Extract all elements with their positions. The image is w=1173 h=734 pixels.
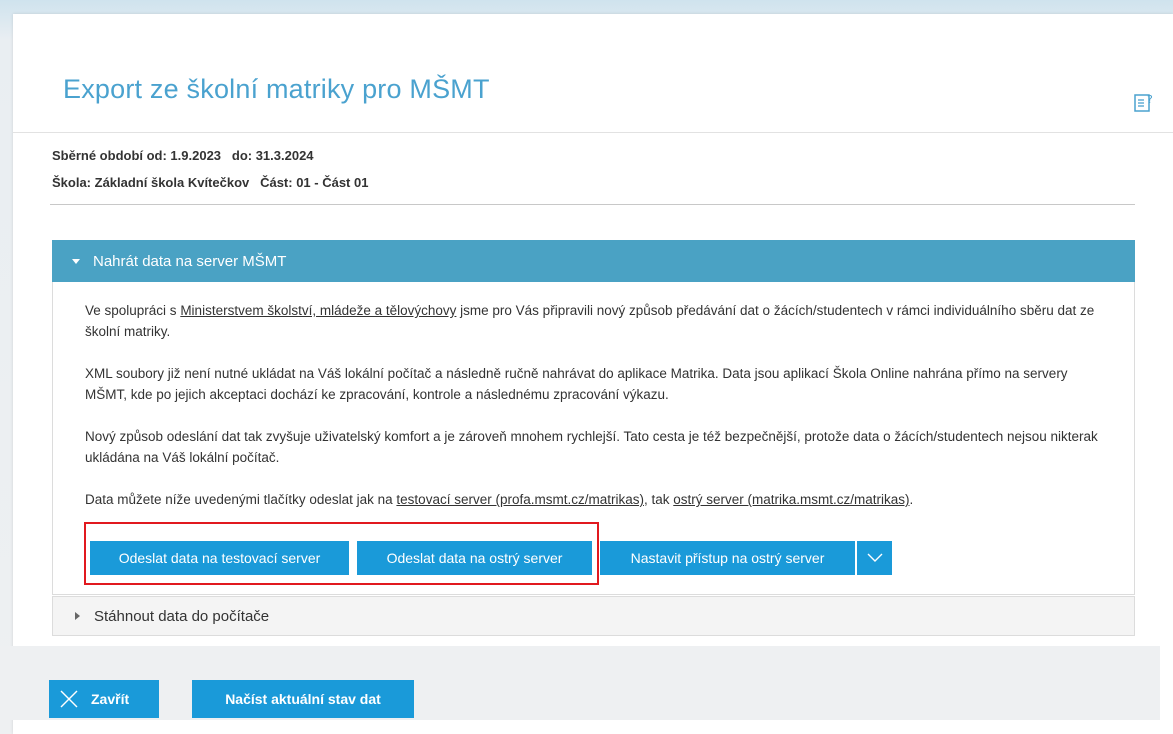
load-current-data-button[interactable]: Načíst aktuální stav dat	[192, 680, 414, 718]
download-panel-header[interactable]: Stáhnout data do počítače	[52, 596, 1135, 636]
send-test-server-button[interactable]: Odeslat data na testovací server	[90, 541, 349, 575]
caret-right-icon	[75, 612, 80, 620]
production-server-link[interactable]: ostrý server (matrika.msmt.cz/matrikas)	[673, 492, 909, 507]
upload-panel-header[interactable]: Nahrát data na server MŠMT	[52, 240, 1135, 282]
ministry-link[interactable]: Ministerstvem školství, mládeže a tělový…	[180, 303, 456, 318]
test-server-link[interactable]: testovací server (profa.msmt.cz/matrikas…	[396, 492, 644, 507]
send-production-server-button[interactable]: Odeslat data na ostrý server	[357, 541, 592, 575]
xml-paragraph: XML soubory již není nutné ukládat na Vá…	[85, 366, 1068, 402]
comfort-paragraph: Nový způsob odeslání dat tak zvyšuje uži…	[85, 429, 1098, 465]
school-info: Škola: Základní škola Kvítečkov Část: 01…	[52, 175, 369, 190]
upload-panel: Nahrát data na server MŠMT Ve spolupráci…	[52, 240, 1135, 595]
upload-panel-body: Ve spolupráci s Ministerstvem školství, …	[52, 282, 1135, 595]
upload-panel-title: Nahrát data na server MŠMT	[93, 252, 287, 270]
chevron-down-icon	[867, 553, 882, 562]
set-production-access-button[interactable]: Nastavit přístup na ostrý server	[600, 541, 855, 575]
dialog-title: Export ze školní matriky pro MŠMT	[63, 74, 490, 104]
upload-buttons: Odeslat data na testovací server Odeslat…	[90, 541, 892, 575]
caret-down-icon	[72, 258, 80, 264]
close-icon	[60, 690, 78, 708]
close-label: Zavřít	[91, 691, 130, 707]
access-dropdown-button[interactable]	[857, 541, 892, 575]
svg-text:?: ?	[1147, 93, 1153, 106]
info-separator	[50, 204, 1135, 205]
dialog-footer: Zavřít Načíst aktuální stav dat	[0, 646, 1160, 720]
close-button[interactable]: Zavřít	[49, 680, 159, 718]
intro-paragraph: Ve spolupráci s Ministerstvem školství, …	[85, 303, 1095, 339]
help-document-icon[interactable]: ?	[1133, 92, 1155, 114]
download-panel-title: Stáhnout data do počítače	[94, 607, 270, 625]
title-separator	[13, 132, 1173, 133]
collection-period: Sběrné období od: 1.9.2023 do: 31.3.2024	[52, 148, 314, 163]
servers-paragraph: Data můžete níže uvedenými tlačítky odes…	[85, 492, 914, 507]
